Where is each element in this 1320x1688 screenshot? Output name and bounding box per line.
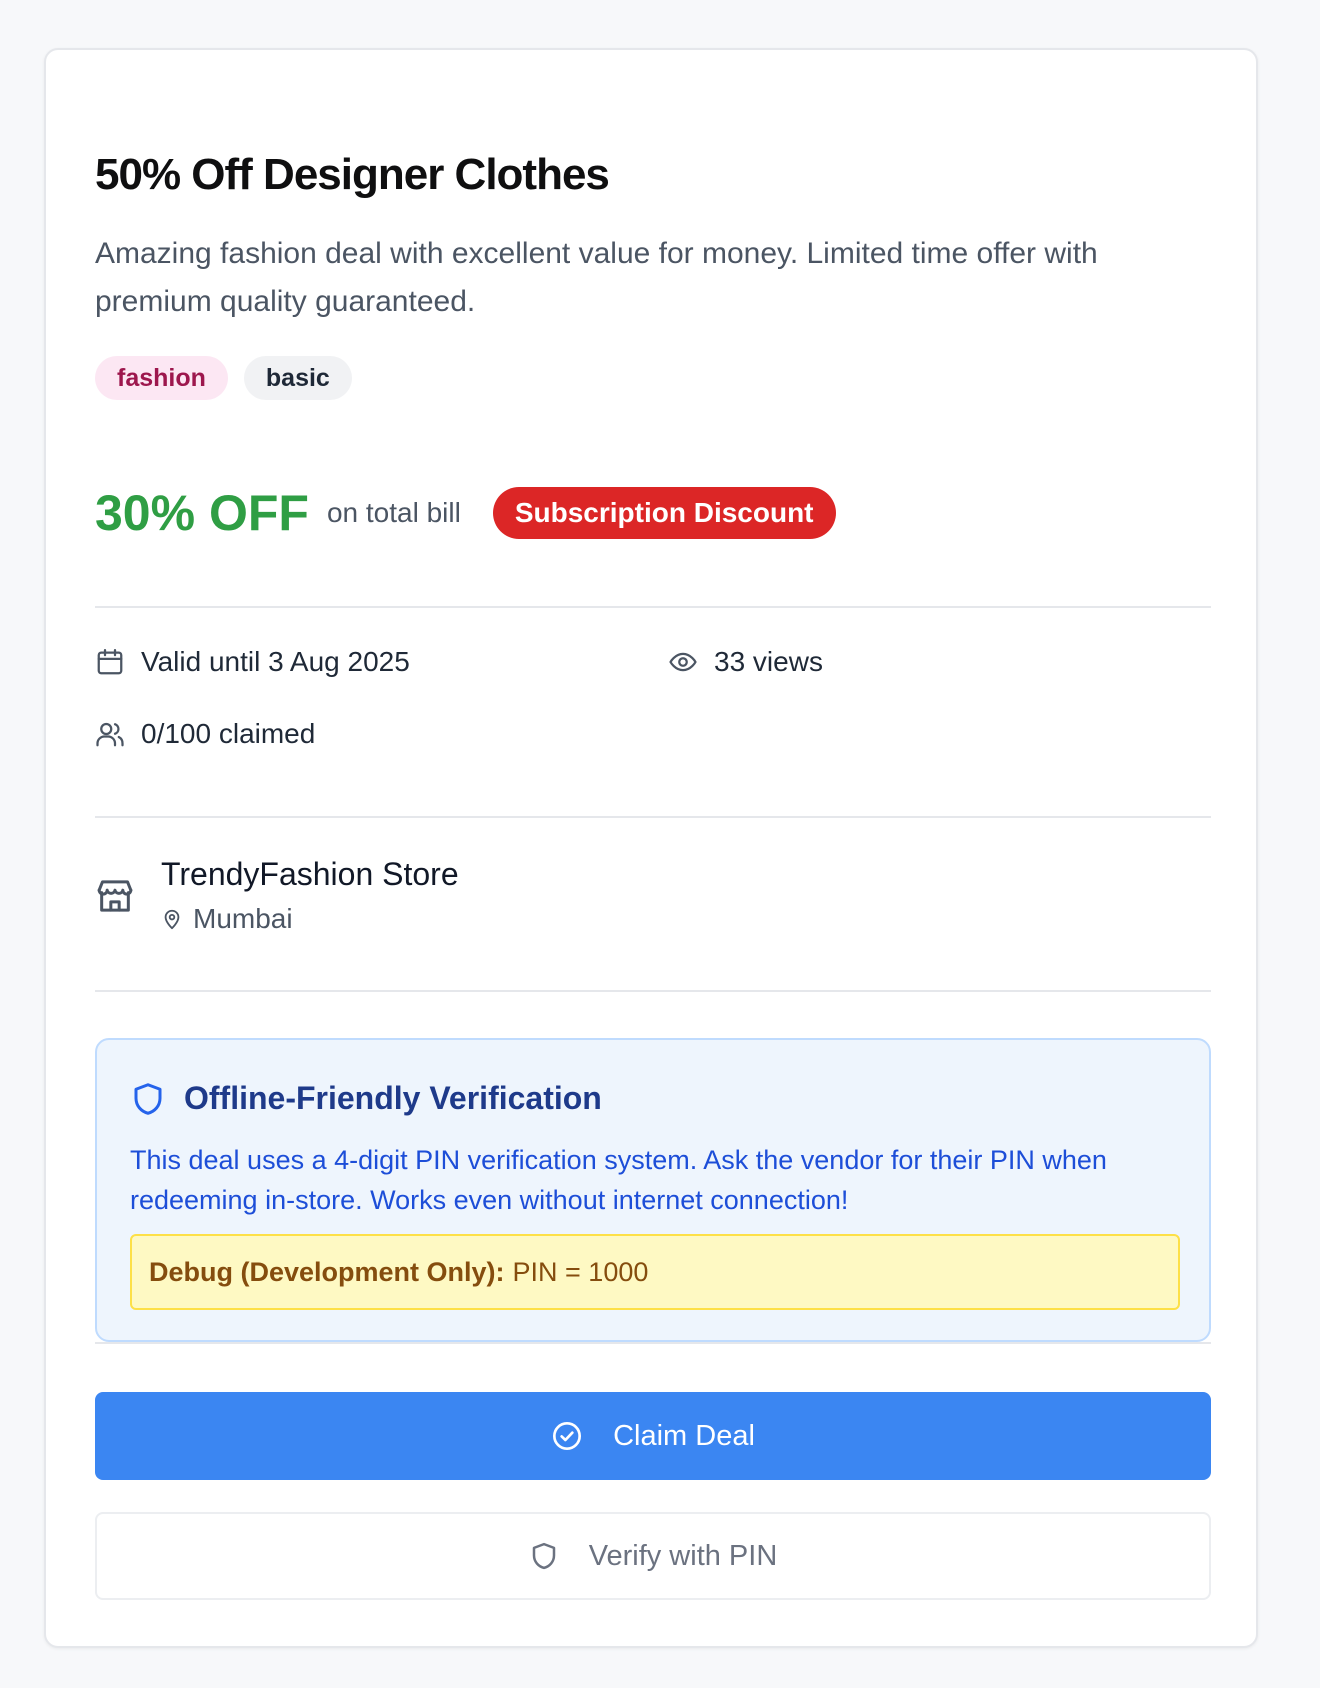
- store-info: TrendyFashion Store Mumbai: [95, 856, 459, 935]
- verify-pin-label: Verify with PIN: [588, 1539, 778, 1572]
- map-pin-icon: [164, 909, 180, 930]
- valid-until-text: Valid until 3 Aug 2025: [141, 646, 410, 677]
- calendar-icon: [97, 649, 123, 675]
- eye-icon: [669, 652, 697, 672]
- debug-label: Debug (Development Only):: [149, 1256, 505, 1287]
- claim-deal-label: Claim Deal: [613, 1419, 755, 1452]
- views-count: 33 views: [668, 646, 823, 678]
- deal-title: 50% Off Designer Clothes: [95, 150, 610, 199]
- divider: [95, 606, 1211, 608]
- claimed-text: 0/100 claimed: [141, 718, 316, 749]
- verification-title: Offline-Friendly Verification: [130, 1080, 602, 1117]
- store-location: Mumbai: [161, 903, 459, 935]
- deal-card: 50% Off Designer Clothes Amazing fashion…: [44, 48, 1258, 1648]
- verification-info-box: Offline-Friendly Verification This deal …: [95, 1038, 1211, 1342]
- check-circle-icon: [553, 1422, 582, 1450]
- store-details: TrendyFashion Store Mumbai: [161, 856, 459, 935]
- debug-pin-notice: Debug (Development Only): PIN = 1000: [130, 1234, 1180, 1310]
- deal-description: Amazing fashion deal with excellent valu…: [95, 237, 1098, 318]
- debug-value: PIN = 1000: [512, 1256, 649, 1287]
- subscription-badge: Subscription Discount: [492, 487, 836, 539]
- valid-until: Valid until 3 Aug 2025: [95, 646, 410, 678]
- divider: [95, 816, 1211, 818]
- discount-scope: on total bill: [326, 497, 461, 528]
- shield-icon: [134, 1082, 162, 1115]
- store-icon: [97, 880, 133, 912]
- views-text: 33 views: [714, 646, 823, 677]
- divider: [95, 990, 1211, 992]
- store-location-text: Mumbai: [193, 903, 293, 934]
- tag-basic: basic: [243, 356, 352, 400]
- tag-list: fashion basic: [95, 356, 352, 400]
- claimed-count: 0/100 claimed: [95, 718, 315, 750]
- divider: [95, 1342, 1211, 1344]
- discount-value: 30% OFF: [95, 485, 309, 541]
- verify-pin-button[interactable]: Verify with PIN: [95, 1512, 1211, 1600]
- claim-deal-button[interactable]: Claim Deal: [95, 1392, 1211, 1480]
- store-name: TrendyFashion Store: [161, 856, 459, 892]
- verification-text: This deal uses a 4-digit PIN verificatio…: [130, 1145, 1107, 1215]
- shield-icon: [532, 1542, 555, 1570]
- users-icon: [96, 722, 124, 747]
- verification-title-text: Offline-Friendly Verification: [184, 1080, 602, 1116]
- tag-fashion: fashion: [95, 356, 228, 400]
- offer-row: 30% OFF on total bill Subscription Disco…: [95, 484, 836, 542]
